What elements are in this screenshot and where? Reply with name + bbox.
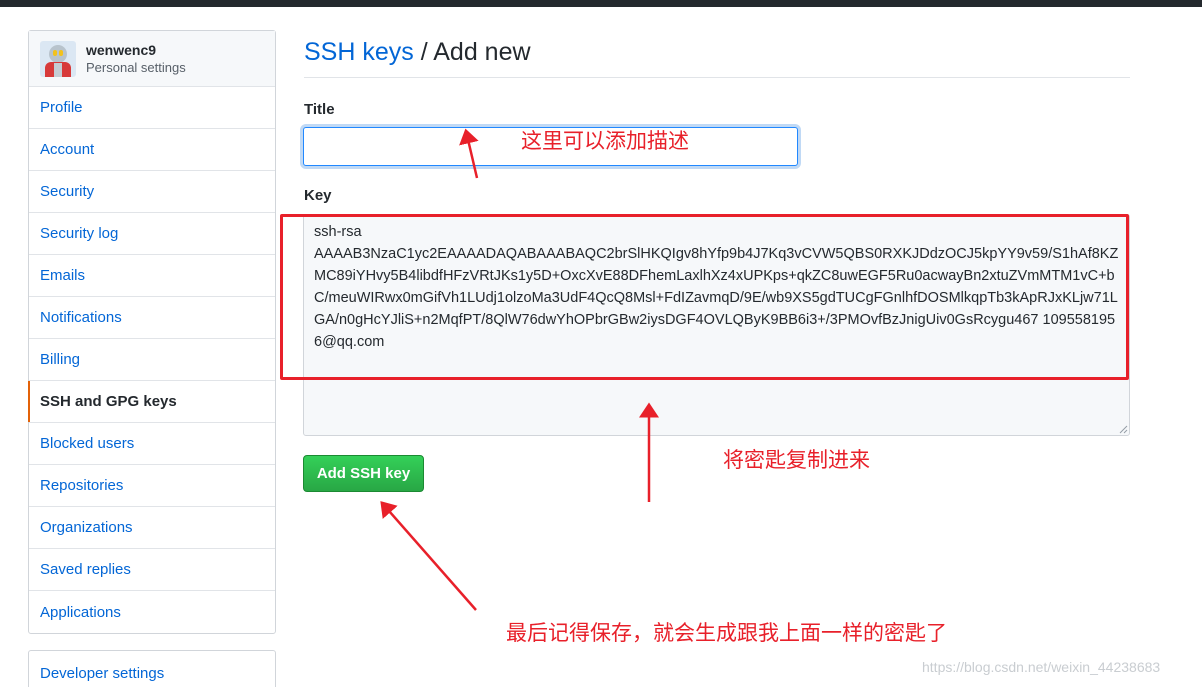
page-title-text: Add new: [433, 38, 531, 66]
sidebar-item-developer-settings[interactable]: Developer settings: [29, 651, 275, 687]
title-label: Title: [304, 101, 335, 118]
sidebar-item-account[interactable]: Account: [29, 129, 275, 171]
sidebar-item-repositories[interactable]: Repositories: [29, 465, 275, 507]
sidebar-item-notifications[interactable]: Notifications: [29, 297, 275, 339]
sidebar-user-header: wenwenc9 Personal settings: [29, 31, 275, 87]
developer-settings-box: Developer settings: [28, 650, 276, 687]
key-textarea[interactable]: ssh-rsa AAAAB3NzaC1yc2EAAAADAQABAAABAQC2…: [303, 214, 1130, 436]
sidebar-item-security-log[interactable]: Security log: [29, 213, 275, 255]
sidebar-item-ssh-gpg-keys[interactable]: SSH and GPG keys: [28, 381, 275, 423]
sidebar-item-profile[interactable]: Profile: [29, 87, 275, 129]
sidebar-item-billing[interactable]: Billing: [29, 339, 275, 381]
sidebar-item-blocked-users[interactable]: Blocked users: [29, 423, 275, 465]
resize-handle-icon[interactable]: [1118, 424, 1128, 434]
add-ssh-key-button[interactable]: Add SSH key: [303, 455, 424, 492]
sidebar-item-security[interactable]: Security: [29, 171, 275, 213]
watermark: https://blog.csdn.net/weixin_44238683: [922, 659, 1161, 675]
page-title: SSH keys / Add new: [304, 30, 1130, 78]
save-annotation: 最后记得保存，就会生成跟我上面一样的密匙了: [506, 621, 947, 645]
key-label: Key: [304, 187, 332, 204]
avatar[interactable]: [40, 40, 76, 77]
sidebar-item-saved-replies[interactable]: Saved replies: [29, 549, 275, 591]
breadcrumb-ssh-keys[interactable]: SSH keys: [304, 38, 414, 66]
username[interactable]: wenwenc9: [86, 42, 186, 59]
main-content: SSH keys / Add new: [304, 30, 1130, 78]
settings-sidebar: wenwenc9 Personal settings Profile Accou…: [28, 30, 276, 634]
arrow-to-button-icon: [380, 501, 477, 611]
top-bar: [0, 0, 1202, 7]
breadcrumb-separator: /: [413, 38, 434, 66]
key-annotation: 将密匙复制进来: [723, 448, 870, 472]
title-annotation: 这里可以添加描述: [521, 129, 689, 153]
sidebar-item-emails[interactable]: Emails: [29, 255, 275, 297]
sidebar-item-organizations[interactable]: Organizations: [29, 507, 275, 549]
personal-settings-label: Personal settings: [86, 59, 186, 75]
sidebar-item-applications[interactable]: Applications: [29, 591, 275, 633]
